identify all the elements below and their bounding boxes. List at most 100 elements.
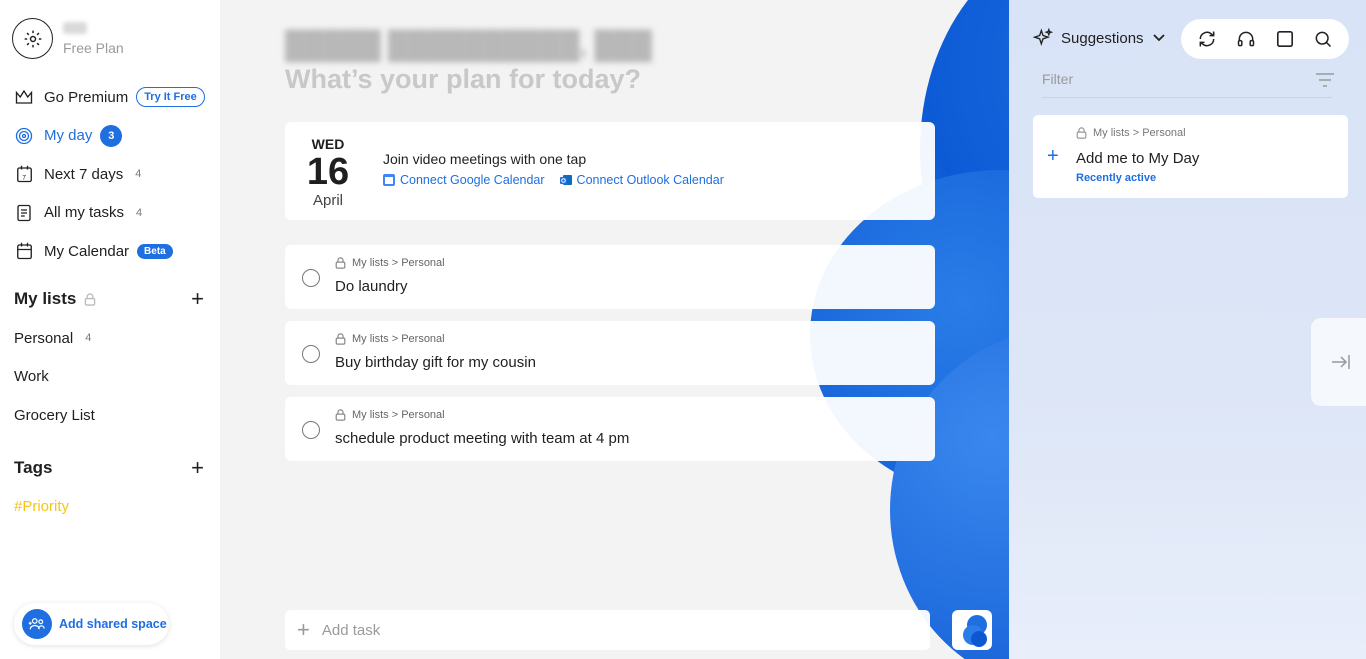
- sidebar-item-next-7-days[interactable]: 7 Next 7 days 4: [14, 155, 214, 194]
- task-checkbox[interactable]: [302, 269, 320, 287]
- background-theme-button[interactable]: [952, 610, 992, 650]
- task-checkbox[interactable]: [302, 345, 320, 363]
- main-content: █████ ██████████, ███ What’s your plan f…: [220, 0, 1009, 659]
- plan-label: Free Plan: [63, 39, 124, 56]
- people-add-icon: [22, 609, 52, 639]
- sidebar-item-my-day[interactable]: My day 3: [14, 117, 214, 156]
- square-icon[interactable]: [1276, 30, 1294, 48]
- lock-icon: [335, 257, 346, 269]
- calendar-connect-card: WED 16 April Join video meetings with on…: [285, 122, 935, 220]
- sidebar-item-label: Go Premium: [44, 88, 129, 106]
- tags-title: Tags: [14, 458, 53, 477]
- sparkle-icon: [1033, 28, 1053, 46]
- add-task-input[interactable]: + Add task: [285, 610, 930, 650]
- sidebar-item-label: Next 7 days: [44, 165, 124, 183]
- suggestion-title: Add me to My Day: [1076, 150, 1200, 167]
- task-path-label: My lists > Personal: [352, 333, 445, 345]
- suggestion-meta: Recently active: [1076, 172, 1157, 184]
- lock-icon: [335, 409, 346, 421]
- beta-badge: Beta: [137, 243, 173, 259]
- chevron-down-icon: [1152, 34, 1165, 42]
- item-count: 4: [135, 168, 142, 181]
- item-count: 4: [85, 332, 92, 345]
- theme-thumbnail-icon: [963, 615, 987, 647]
- day-of-week: WED: [311, 136, 345, 152]
- list-label: Personal: [14, 329, 74, 347]
- my-lists-title: My lists: [14, 289, 77, 308]
- lock-icon: [85, 292, 96, 306]
- svg-text:7: 7: [22, 175, 26, 182]
- calendar-icon: [14, 241, 34, 261]
- month: April: [312, 192, 343, 209]
- target-icon: [14, 126, 34, 146]
- list-label: Work: [14, 368, 49, 386]
- google-link-label: Connect Google Calendar: [400, 173, 545, 187]
- google-calendar-icon: [383, 174, 395, 186]
- connect-google-calendar-link[interactable]: Connect Google Calendar: [383, 173, 545, 187]
- task-path: My lists > Personal: [1076, 127, 1186, 139]
- lists: Personal 4 Work Grocery List: [14, 319, 95, 435]
- filter-input[interactable]: Filter: [1042, 71, 1332, 98]
- add-tag-button[interactable]: +: [191, 457, 204, 479]
- task-card[interactable]: My lists > Personal Buy birthday gift fo…: [285, 321, 935, 385]
- tasks-list-icon: [14, 203, 34, 223]
- add-shared-space-label: Add shared space: [59, 617, 167, 631]
- collapse-panel-button[interactable]: [1311, 318, 1366, 406]
- lock-icon: [335, 333, 346, 345]
- sidebar: Free Plan Go Premium Try It Free My day …: [0, 0, 220, 659]
- tag-priority[interactable]: #Priority: [14, 498, 69, 515]
- suggestions-title: Suggestions: [1061, 29, 1144, 47]
- list-item-work[interactable]: Work: [14, 358, 95, 397]
- task-path: My lists > Personal: [335, 333, 445, 345]
- greeting-blurred: █████ ██████████, ███: [285, 30, 652, 60]
- try-it-free-button[interactable]: Try It Free: [136, 87, 205, 108]
- suggestions-dropdown[interactable]: Suggestions: [1033, 28, 1166, 48]
- task-checkbox[interactable]: [302, 421, 320, 439]
- settings-button[interactable]: [12, 18, 53, 59]
- headset-icon[interactable]: [1236, 29, 1256, 49]
- crown-icon: [14, 87, 34, 107]
- list-item-grocery[interactable]: Grocery List: [14, 396, 95, 435]
- list-label: Grocery List: [14, 406, 95, 424]
- task-title: Do laundry: [335, 278, 408, 295]
- calendar-prompt: Join video meetings with one tap: [383, 151, 587, 167]
- suggestions-panel: Suggestions Filter My lists > Personal +…: [1009, 0, 1366, 659]
- add-to-my-day-button[interactable]: +: [1047, 145, 1059, 168]
- task-path: My lists > Personal: [335, 257, 445, 269]
- add-task-placeholder: Add task: [321, 621, 381, 639]
- search-icon[interactable]: [1313, 29, 1333, 49]
- sidebar-item-premium[interactable]: Go Premium Try It Free: [14, 78, 214, 117]
- task-title: schedule product meeting with team at 4 …: [335, 430, 630, 447]
- my-lists-header: My lists +: [14, 288, 204, 310]
- sidebar-item-label: All my tasks: [44, 204, 125, 222]
- sidebar-item-label: My Calendar: [44, 242, 130, 260]
- task-path-label: My lists > Personal: [1093, 127, 1186, 139]
- panel-toolbar: [1181, 19, 1349, 59]
- lock-icon: [1076, 127, 1087, 139]
- task-card[interactable]: My lists > Personal schedule product mee…: [285, 397, 935, 461]
- sidebar-nav: Go Premium Try It Free My day 3 7 Next 7…: [14, 78, 214, 271]
- outlook-link-label: Connect Outlook Calendar: [576, 173, 724, 187]
- item-count: 4: [136, 206, 143, 219]
- plus-icon: +: [297, 617, 310, 642]
- count-badge: 3: [100, 124, 123, 147]
- add-list-button[interactable]: +: [191, 288, 204, 310]
- connect-outlook-calendar-link[interactable]: Connect Outlook Calendar: [559, 173, 724, 187]
- task-path-label: My lists > Personal: [352, 409, 445, 421]
- tags-header: Tags +: [14, 457, 204, 479]
- sync-icon[interactable]: [1197, 29, 1217, 49]
- calendar-7-icon: 7: [14, 164, 34, 184]
- add-shared-space-button[interactable]: Add shared space: [14, 603, 169, 645]
- sidebar-item-my-calendar[interactable]: My Calendar Beta: [14, 232, 214, 271]
- filter-icon[interactable]: [1315, 72, 1335, 88]
- sidebar-item-all-tasks[interactable]: All my tasks 4: [14, 194, 214, 233]
- suggestion-card[interactable]: My lists > Personal + Add me to My Day R…: [1033, 115, 1348, 198]
- profile: Free Plan: [12, 18, 124, 59]
- task-path-label: My lists > Personal: [352, 257, 445, 269]
- task-card[interactable]: My lists > Personal Do laundry: [285, 245, 935, 309]
- page-subtitle: What’s your plan for today?: [285, 64, 642, 94]
- list-item-personal[interactable]: Personal 4: [14, 319, 95, 358]
- collapse-right-icon: [1332, 355, 1350, 369]
- day-number: 16: [306, 151, 350, 193]
- gear-icon: [24, 30, 41, 47]
